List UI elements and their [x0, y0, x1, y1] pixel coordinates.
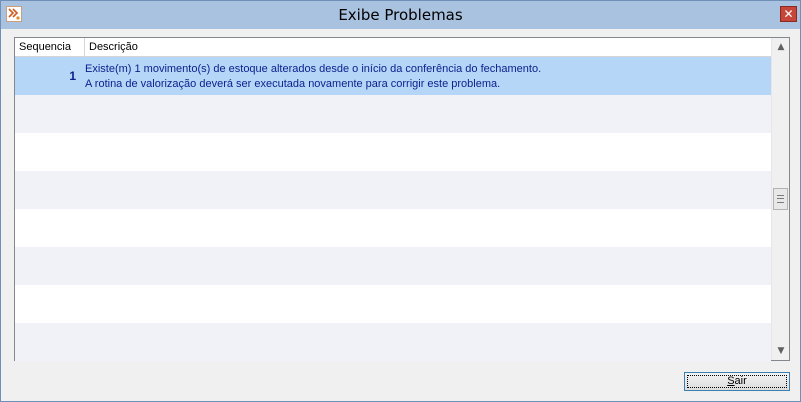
sair-mnemonic: S	[727, 375, 735, 387]
vertical-scrollbar[interactable]: ▲ ▼	[771, 38, 789, 360]
close-icon: ✕	[783, 7, 794, 21]
descricao-line-2: A rotina de valorização deverá ser execu…	[85, 78, 501, 90]
sair-label: air	[734, 375, 747, 387]
descricao-line-1: Existe(m) 1 movimento(s) de estoque alte…	[85, 63, 542, 75]
column-header-sequencia[interactable]: Sequencia	[15, 38, 85, 57]
sair-button[interactable]: Sair	[684, 372, 790, 391]
cell-descricao: Existe(m) 1 movimento(s) de estoque alte…	[85, 62, 765, 92]
empty-row[interactable]	[15, 285, 771, 323]
exibe-problemas-window: Exibe Problemas ✕ Sequencia Descrição 1 …	[0, 0, 801, 402]
close-button[interactable]: ✕	[780, 6, 797, 22]
empty-row[interactable]	[15, 323, 771, 361]
grid-header: Sequencia Descrição	[15, 38, 771, 57]
scroll-up-button[interactable]: ▲	[773, 39, 789, 55]
scroll-thumb[interactable]	[773, 188, 788, 210]
cell-sequencia: 1	[69, 69, 76, 83]
problems-grid[interactable]: Sequencia Descrição 1 Existe(m) 1 movime…	[14, 37, 790, 361]
title-bar[interactable]: Exibe Problemas ✕	[1, 1, 800, 29]
empty-row[interactable]	[15, 133, 771, 171]
grid-rows: 1 Existe(m) 1 movimento(s) de estoque al…	[15, 57, 771, 361]
empty-row[interactable]	[15, 95, 771, 133]
empty-row[interactable]	[15, 247, 771, 285]
empty-row[interactable]	[15, 209, 771, 247]
window-title: Exibe Problemas	[338, 6, 463, 24]
chevron-up-icon: ▲	[777, 42, 785, 52]
table-row[interactable]: 1 Existe(m) 1 movimento(s) de estoque al…	[15, 57, 771, 95]
chevron-down-icon: ▼	[777, 346, 785, 356]
grip-icon	[777, 195, 784, 203]
empty-row[interactable]	[15, 171, 771, 209]
scroll-down-button[interactable]: ▼	[773, 343, 789, 359]
column-header-descricao[interactable]: Descrição	[85, 38, 771, 57]
